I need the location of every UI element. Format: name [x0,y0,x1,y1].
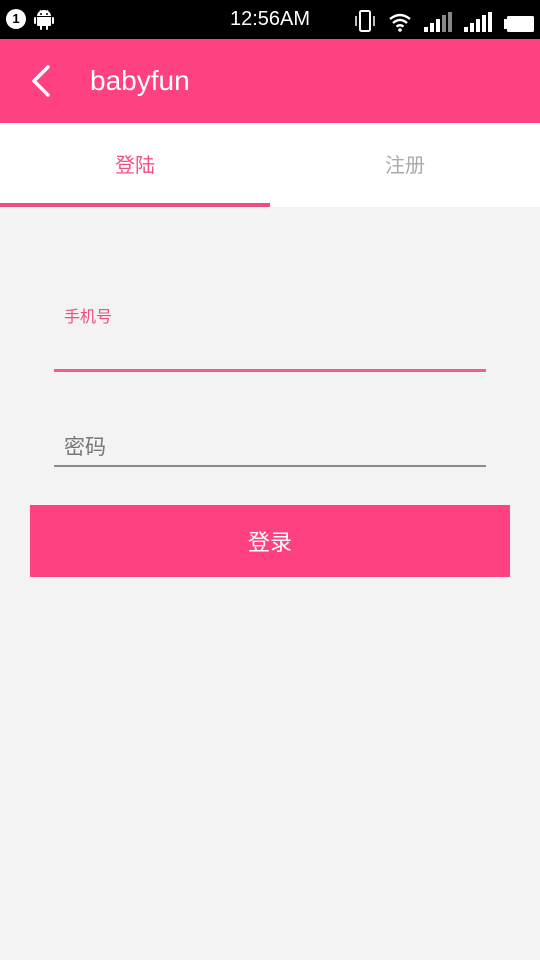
login-button[interactable]: 登录 [30,505,510,577]
vibrate-icon [355,10,375,32]
signal-icon [424,12,452,32]
tab-bar: 登陆 注册 [0,123,540,207]
battery-icon [504,16,534,32]
tab-register-label: 注册 [385,153,425,177]
phone-underline [54,369,486,372]
tab-login-label: 登陆 [115,153,155,177]
password-input[interactable] [54,429,486,467]
signal-icon [464,12,492,32]
back-arrow-icon[interactable] [26,63,62,99]
app-title: babyfun [90,65,190,96]
app-bar: babyfun [0,39,540,123]
tab-login[interactable]: 登陆 [0,123,270,207]
status-bar: 1 12:56AM [0,0,540,39]
phone-input[interactable] [54,335,486,367]
tab-register[interactable]: 注册 [270,123,540,207]
tab-indicator [0,203,270,207]
wifi-icon [389,13,411,32]
phone-label: 手机号 [64,307,113,326]
